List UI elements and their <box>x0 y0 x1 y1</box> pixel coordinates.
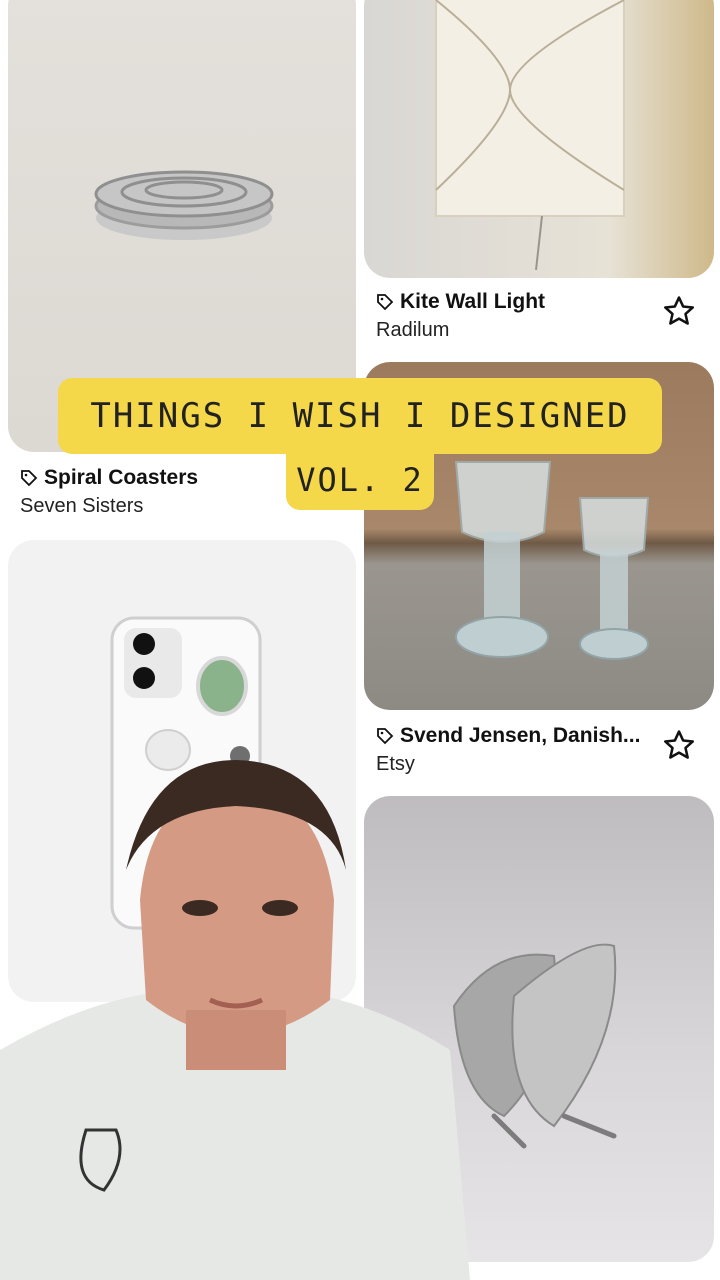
overlay-title-line1: THINGS I WISH I DESIGNED <box>58 378 662 454</box>
pin-source[interactable]: Seven Sisters <box>20 495 198 518</box>
overlay-title-line2: VOL. 2 <box>286 450 434 510</box>
star-icon[interactable] <box>662 294 696 328</box>
creator-video-overlay <box>0 750 470 1280</box>
pin-title: Kite Wall Light <box>400 290 546 313</box>
pin-title-row[interactable]: Spiral Coasters <box>20 466 198 490</box>
pin-meta-spiral-coasters: Spiral Coasters Seven Sisters <box>20 466 198 518</box>
tag-icon <box>377 294 394 311</box>
tag-icon <box>21 470 38 487</box>
tag-icon <box>377 728 394 745</box>
pin-title-row[interactable]: Kite Wall Light <box>376 290 545 314</box>
pin-title-row[interactable]: Svend Jensen, Danish... <box>376 724 640 748</box>
kite-wall-light-image <box>435 0 625 271</box>
creator-portrait <box>0 760 470 1280</box>
pin-source[interactable]: Radilum <box>376 319 545 342</box>
pin-meta-kite-wall-light: Kite Wall Light Radilum <box>376 290 545 342</box>
pin-title: Spiral Coasters <box>44 466 199 489</box>
star-icon[interactable] <box>662 728 696 762</box>
overlay-subtitle-text: VOL. 2 <box>296 461 424 499</box>
pin-image-kite-wall-light[interactable] <box>364 0 714 278</box>
overlay-title-text: THINGS I WISH I DESIGNED <box>90 396 630 436</box>
pin-title: Svend Jensen, Danish... <box>400 724 641 747</box>
